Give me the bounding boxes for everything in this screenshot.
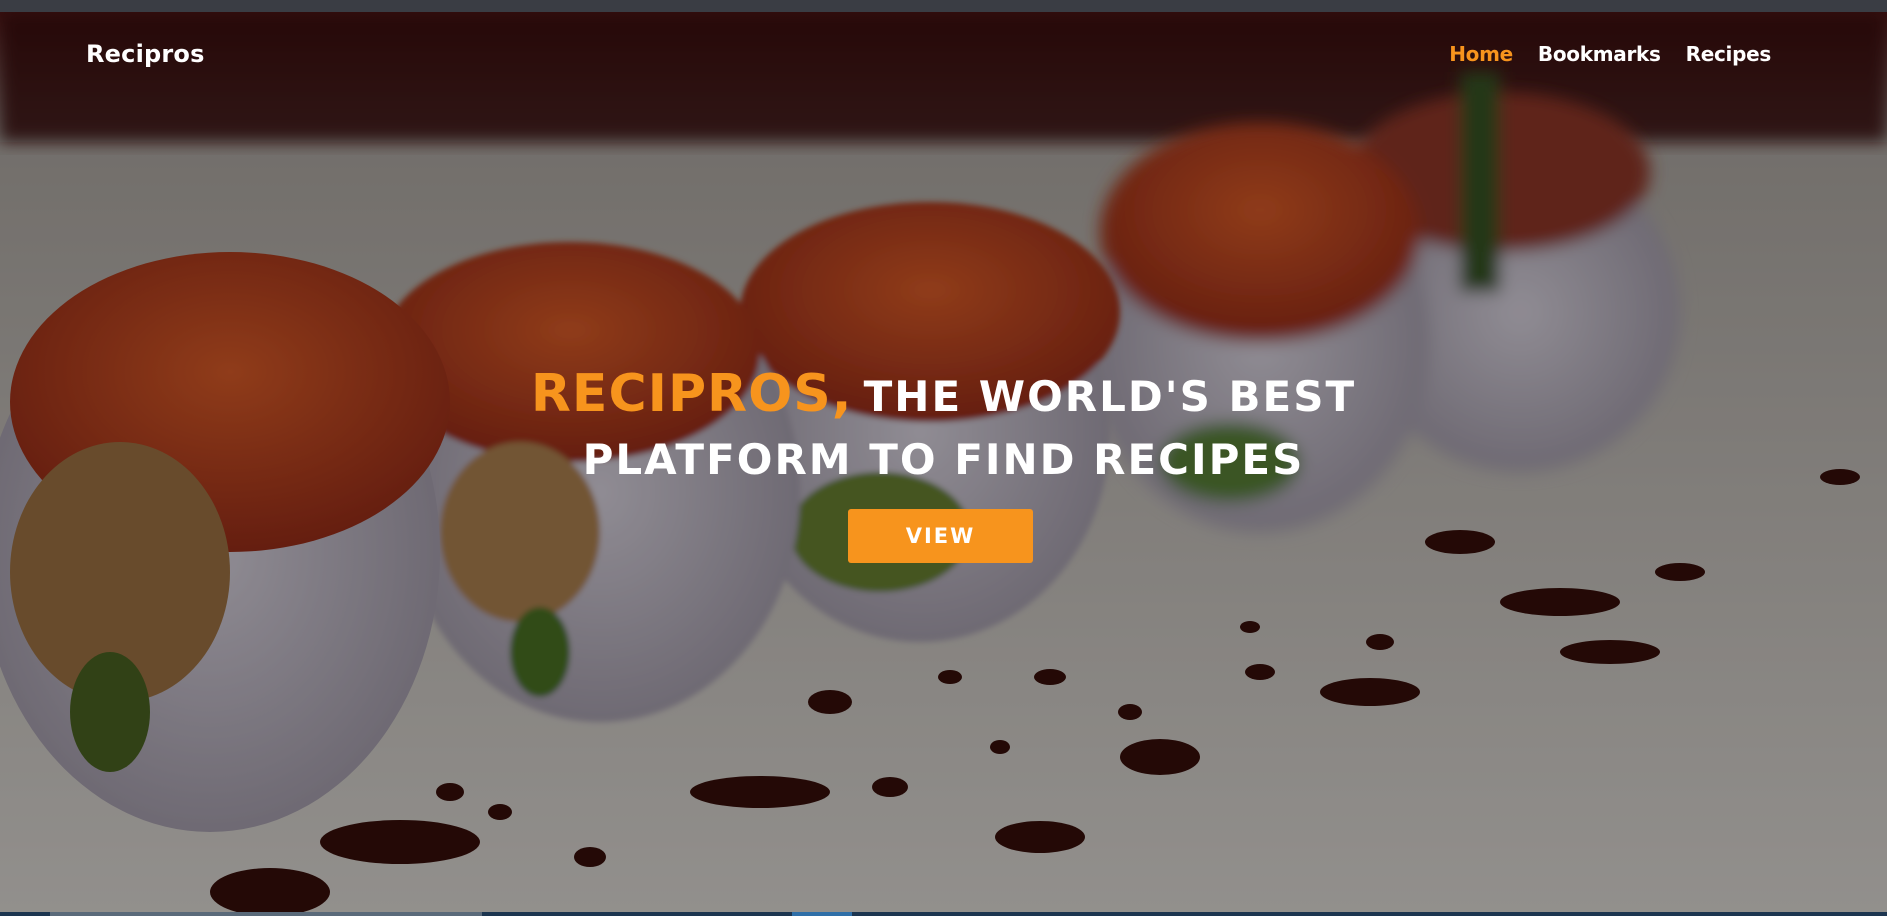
nav-link-recipes[interactable]: Recipes	[1686, 42, 1772, 66]
headline-line1: THE WORLD'S BEST	[863, 372, 1357, 421]
headline-line2: PLATFORM TO FIND RECIPES	[582, 435, 1305, 484]
bottom-scroll-strip	[0, 912, 1887, 916]
bottom-strip-segment	[50, 912, 482, 916]
view-button[interactable]: VIEW	[848, 509, 1033, 563]
site-logo[interactable]: Recipros	[86, 40, 205, 68]
browser-top-strip	[0, 0, 1887, 12]
bottom-strip-segment	[792, 912, 852, 916]
nav-links: Home Bookmarks Recipes	[1449, 42, 1771, 66]
hero-headline: RECIPROS, THE WORLD'S BEST PLATFORM TO F…	[0, 364, 1887, 493]
hero-section: Recipros Home Bookmarks Recipes RECIPROS…	[0, 12, 1887, 912]
nav-link-home[interactable]: Home	[1449, 42, 1513, 66]
nav-link-bookmarks[interactable]: Bookmarks	[1538, 42, 1661, 66]
headline-brand: RECIPROS,	[530, 364, 853, 424]
top-navbar: Recipros Home Bookmarks Recipes	[0, 12, 1887, 122]
